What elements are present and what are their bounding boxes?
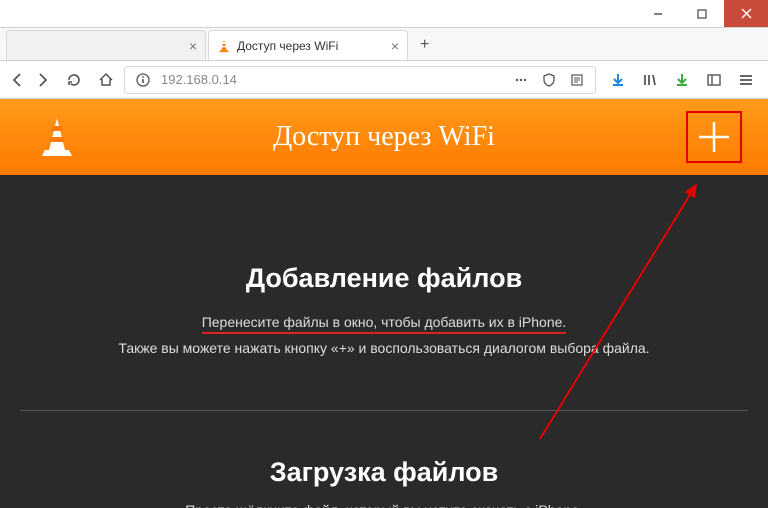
tab-1-favicon (15, 39, 29, 53)
browser-toolbar: 192.168.0.14 (0, 61, 768, 99)
nav-forward-button[interactable] (32, 70, 52, 90)
tab-strip: × Доступ через WiFi × + (0, 28, 768, 61)
sidebar-icon[interactable] (704, 70, 724, 90)
site-info-icon[interactable] (133, 70, 153, 90)
section-divider (20, 410, 748, 411)
reload-button[interactable] (64, 70, 84, 90)
reader-view-icon[interactable] (567, 70, 587, 90)
app-header-title: Доступ через WiFi (273, 121, 495, 153)
page-viewport: Доступ через WiFi Добавление файлов Пере… (0, 99, 768, 508)
window-close-button[interactable] (724, 0, 768, 27)
page-body: Добавление файлов Перенесите файлы в окн… (0, 175, 768, 508)
tab-2[interactable]: Доступ через WiFi × (208, 30, 408, 60)
window-minimize-button[interactable] (636, 0, 680, 27)
url-bar[interactable]: 192.168.0.14 (124, 66, 596, 94)
window-maximize-button[interactable] (680, 0, 724, 27)
download-files-heading: Загрузка файлов (0, 457, 768, 488)
tab-2-close-icon[interactable]: × (391, 38, 399, 54)
downloads-icon[interactable] (608, 70, 628, 90)
page-actions-icon[interactable] (511, 70, 531, 90)
add-files-heading: Добавление файлов (0, 263, 768, 294)
add-files-hint-1: Перенесите файлы в окно, чтобы добавить … (202, 314, 567, 334)
home-button[interactable] (96, 70, 116, 90)
tab-1-close-icon[interactable]: × (189, 38, 197, 54)
nav-back-button[interactable] (8, 70, 28, 90)
app-header: Доступ через WiFi (0, 99, 768, 175)
tab-2-label: Доступ через WiFi (237, 39, 385, 53)
url-text: 192.168.0.14 (161, 72, 503, 87)
add-files-hint-2: Также вы можете нажать кнопку «+» и восп… (0, 340, 768, 356)
library-icon[interactable] (640, 70, 660, 90)
window-titlebar (0, 0, 768, 28)
vlc-cone-icon (40, 116, 74, 158)
save-icon[interactable] (672, 70, 692, 90)
download-files-hint: Просто щёлкните файл, который вы хотите … (0, 502, 768, 508)
vlc-favicon-icon (217, 39, 231, 53)
menu-button[interactable] (736, 70, 756, 90)
shield-icon[interactable] (539, 70, 559, 90)
tab-1[interactable]: × (6, 30, 206, 60)
add-file-button[interactable] (690, 113, 738, 161)
new-tab-button[interactable]: + (410, 30, 439, 60)
